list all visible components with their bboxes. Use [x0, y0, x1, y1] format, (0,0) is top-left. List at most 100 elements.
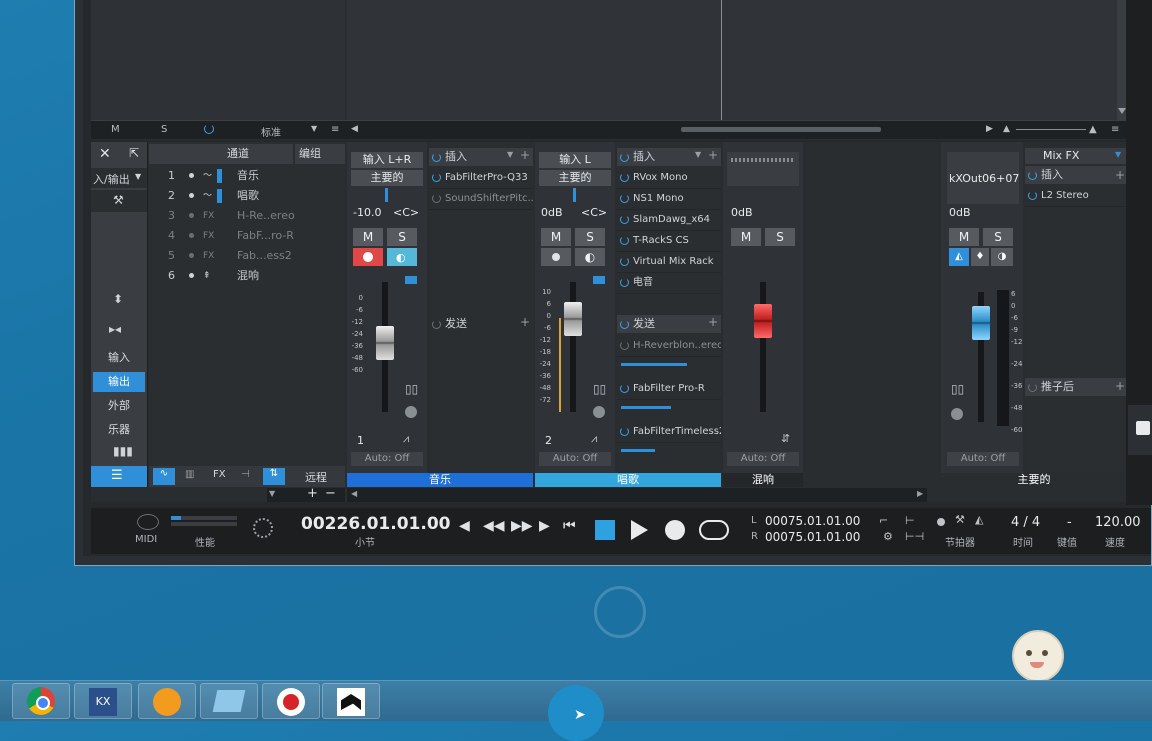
avatar[interactable]	[1012, 630, 1064, 682]
media-app[interactable]	[138, 683, 196, 719]
expand-horizontal-icon[interactable]: ▸◂	[109, 322, 121, 336]
power-icon[interactable]	[620, 173, 629, 182]
visibility-dot-icon[interactable]	[189, 193, 194, 198]
insert-slot[interactable]: NS1 Mono	[617, 189, 721, 210]
key-value[interactable]: -	[1067, 515, 1072, 530]
scroll-right-icon[interactable]: ▶	[986, 124, 993, 134]
link-icon[interactable]: ▯▯	[405, 382, 418, 396]
record-arm-button[interactable]	[353, 248, 383, 266]
return-to-zero-icon[interactable]: ⏮	[563, 518, 576, 534]
pan-knob-icon[interactable]	[951, 408, 963, 420]
stop-button[interactable]	[595, 520, 615, 540]
metronome-dot-icon[interactable]	[937, 518, 945, 526]
zoom-out-icon[interactable]: ▲	[1003, 124, 1010, 134]
channel-label-main[interactable]: 主要的	[941, 473, 1127, 487]
mute-button[interactable]: M	[731, 228, 761, 246]
monitor-button[interactable]: ◐	[575, 248, 605, 266]
send-level[interactable]	[617, 443, 721, 465]
list-item[interactable]: 1 〜 音乐	[149, 166, 345, 186]
chevron-down-icon[interactable]: ▼	[507, 150, 513, 159]
mute-button[interactable]: M	[949, 228, 979, 246]
list-item[interactable]: 5 FX Fab...ess2	[149, 246, 345, 266]
insert-header[interactable]: 插入	[1025, 166, 1127, 184]
forward-icon[interactable]: ▶	[539, 518, 550, 534]
visibility-dot-icon[interactable]	[189, 173, 194, 178]
list-item[interactable]: 6 ⇞ 混响	[149, 266, 345, 286]
insert-header[interactable]: 插入	[429, 148, 533, 166]
automation-mode[interactable]: Auto: Off	[539, 452, 611, 466]
power-icon[interactable]	[432, 153, 441, 162]
power-icon[interactable]	[620, 236, 629, 245]
send-header[interactable]: 发送	[617, 315, 721, 333]
link-icon[interactable]: ▯▯	[951, 382, 964, 396]
volume-value[interactable]: 0dB	[949, 206, 971, 219]
automation-mode[interactable]: Auto: Off	[727, 452, 799, 466]
monitor-button[interactable]: ◐	[387, 248, 417, 266]
record-arm-button[interactable]	[541, 248, 571, 266]
chrome-app[interactable]	[12, 683, 70, 719]
zoom-slider[interactable]	[1016, 129, 1086, 130]
io-dropdown[interactable]: 入/输出 ▼	[91, 168, 147, 188]
insert-slot[interactable]: L2 Stereo	[1025, 186, 1127, 207]
sync-icon[interactable]	[253, 518, 273, 538]
fader-track[interactable]	[760, 282, 766, 412]
chevron-down-icon[interactable]: ▼	[695, 150, 701, 159]
pan-knob-icon[interactable]	[405, 406, 417, 418]
pan-knob-icon[interactable]	[593, 406, 605, 418]
zoom-in-icon[interactable]: ▲	[1089, 124, 1097, 135]
waveform-tab-icon[interactable]: ∿	[153, 468, 175, 485]
files-app[interactable]	[200, 683, 258, 719]
power-icon[interactable]	[620, 257, 629, 266]
power-icon[interactable]	[620, 320, 629, 329]
send-level[interactable]	[617, 400, 721, 422]
solo-button[interactable]: S	[387, 228, 417, 246]
automation-mode[interactable]: Auto: Off	[351, 452, 423, 466]
volume-fader[interactable]	[376, 326, 394, 360]
scroll-left-icon[interactable]: ◀	[351, 124, 358, 134]
remove-channel-icon[interactable]: −	[325, 486, 336, 501]
add-post-icon[interactable]: +	[1115, 379, 1125, 393]
metronome-icon[interactable]: ◭	[975, 513, 983, 526]
pan-value[interactable]: <C>	[581, 206, 607, 219]
precount-icon[interactable]: ⌐	[879, 514, 888, 527]
power-icon[interactable]	[620, 215, 629, 224]
visibility-dot-icon[interactable]	[189, 273, 194, 278]
power-icon[interactable]	[432, 320, 441, 329]
insert-slot[interactable]: T-RackS CS	[617, 231, 721, 252]
gear-icon[interactable]: ⚙	[883, 530, 893, 543]
power-icon[interactable]	[620, 194, 629, 203]
tools-button[interactable]: ⚒	[91, 190, 147, 212]
group-column-header[interactable]: 编组	[295, 144, 345, 164]
send-slot[interactable]: FabFilterTimeless2	[617, 422, 721, 443]
tempo-value[interactable]: 120.00	[1095, 515, 1141, 530]
loop-right-value[interactable]: 00075.01.01.00	[765, 530, 860, 544]
mic-icon[interactable]: ♦	[971, 248, 989, 266]
bus-tab-icon[interactable]: ⊣	[241, 469, 250, 480]
mono-icon[interactable]: ◑	[991, 248, 1013, 266]
scroll-left-icon[interactable]: ◀	[351, 489, 357, 498]
solo-all-button[interactable]: S	[161, 124, 167, 135]
remote-tab[interactable]: 远程	[305, 469, 327, 485]
post-fader-header[interactable]: 推子后	[1025, 378, 1127, 396]
insert-slot[interactable]: RVox Mono	[617, 168, 721, 189]
range-icon[interactable]: ⊢⊣	[905, 530, 924, 543]
insert-slot[interactable]: SlamDawg_x64	[617, 210, 721, 231]
power-icon[interactable]	[620, 341, 629, 350]
insert-header[interactable]: 插入	[617, 148, 721, 166]
list-view-button[interactable]: ☰	[91, 466, 147, 487]
power-icon[interactable]	[432, 173, 441, 182]
nav-external[interactable]: 外部	[93, 396, 145, 416]
loop-icon[interactable]	[699, 520, 729, 540]
pan-indicator[interactable]	[385, 188, 388, 202]
meter-mode-icon[interactable]	[405, 276, 417, 284]
solo-button[interactable]: S	[765, 228, 795, 246]
volume-value[interactable]: -10.0	[353, 206, 381, 219]
add-insert-icon[interactable]: +	[708, 148, 718, 162]
input-selector[interactable]: 输入 L	[539, 152, 611, 168]
marker-icon[interactable]: ⊢	[905, 514, 915, 527]
add-send-icon[interactable]: +	[708, 315, 718, 329]
send-level[interactable]	[617, 357, 721, 379]
link-icon[interactable]: ⇵	[781, 432, 790, 445]
power-icon[interactable]	[204, 124, 214, 134]
add-insert-icon[interactable]: +	[1115, 168, 1125, 182]
